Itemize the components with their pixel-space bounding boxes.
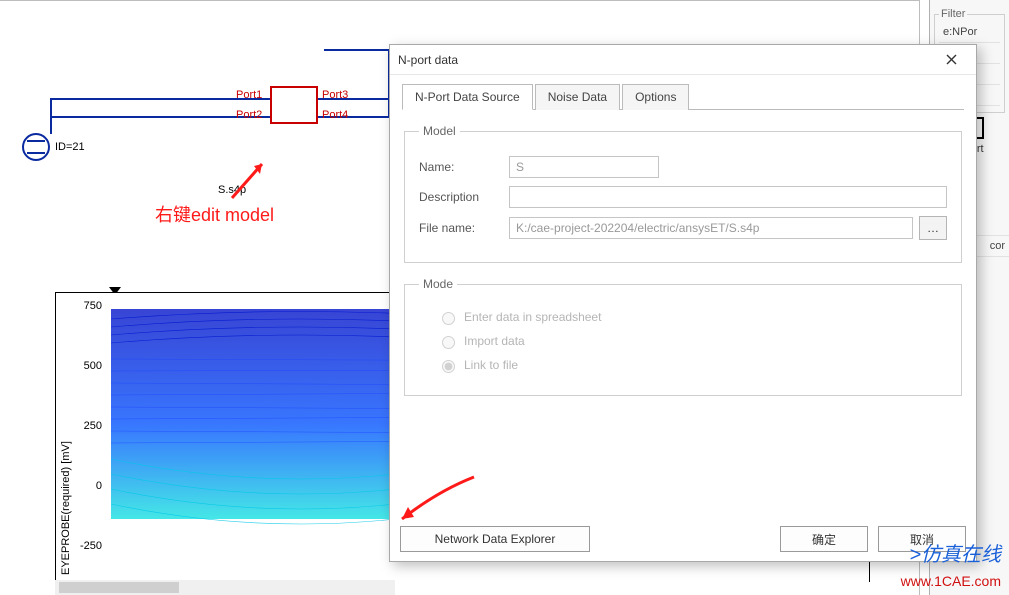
description-label: Description [419, 190, 509, 204]
close-icon [946, 54, 957, 65]
horizontal-scrollbar[interactable] [55, 580, 395, 595]
radio-enter-spreadsheet: Enter data in spreadsheet [437, 309, 947, 325]
source-symbol[interactable] [22, 133, 50, 161]
description-field[interactable] [509, 186, 947, 208]
model-group: Model Name: Description File name: … [404, 124, 962, 263]
network-data-explorer-button[interactable]: Network Data Explorer [400, 526, 590, 552]
filename-field [509, 217, 913, 239]
y-tick: 500 [62, 360, 102, 372]
nport-block[interactable] [270, 86, 318, 124]
y-tick: 750 [62, 300, 102, 312]
model-legend: Model [419, 124, 460, 138]
annotation-arrow-icon [228, 156, 272, 200]
tab-noise-data[interactable]: Noise Data [535, 84, 620, 110]
wire [324, 49, 390, 51]
watermark-red: www.1CAE.com [901, 573, 1001, 589]
y-tick: -250 [62, 540, 102, 552]
mode-group: Mode Enter data in spreadsheet Import da… [404, 277, 962, 396]
filter-legend: Filter [939, 8, 967, 20]
dialog-title: N-port data [398, 53, 458, 67]
nport-data-dialog: N-port data N-Port Data Source Noise Dat… [389, 44, 977, 562]
annotation-text: 右键edit model [155, 201, 274, 227]
radio-label: Link to file [464, 358, 518, 372]
port4-label: Port4 [322, 109, 348, 121]
scrollbar-thumb[interactable] [59, 582, 179, 593]
port1-label: Port1 [236, 89, 262, 101]
y-tick: 250 [62, 420, 102, 432]
radio-label: Import data [464, 334, 525, 348]
y-tick: 0 [62, 480, 102, 492]
radio-input [442, 312, 455, 325]
browse-button[interactable]: … [919, 216, 947, 240]
port2-label: Port2 [236, 109, 262, 121]
radio-input [442, 336, 455, 349]
ellipsis-icon: … [927, 221, 939, 235]
mode-legend: Mode [419, 277, 457, 291]
panel-row[interactable]: e:NPor [939, 22, 1000, 43]
name-label: Name: [419, 160, 509, 174]
watermark-blue: >仿真在线 [909, 538, 1001, 567]
radio-import-data: Import data [437, 333, 947, 349]
radio-input [442, 360, 455, 373]
dialog-titlebar[interactable]: N-port data [390, 45, 976, 75]
y-axis-label: EYEPROBE(required) [mV] [60, 441, 72, 575]
radio-label: Enter data in spreadsheet [464, 310, 601, 324]
port3-label: Port3 [322, 89, 348, 101]
tab-nport-data-source[interactable]: N-Port Data Source [402, 84, 533, 110]
ok-button[interactable]: 确定 [780, 526, 868, 552]
tab-options[interactable]: Options [622, 84, 689, 110]
tab-strip: N-Port Data Source Noise Data Options [402, 83, 964, 110]
filename-label: File name: [419, 221, 509, 235]
close-button[interactable] [934, 49, 968, 71]
source-id-label: ID=21 [55, 141, 85, 153]
name-field [509, 156, 659, 178]
radio-link-to-file: Link to file [437, 357, 947, 373]
wire [50, 98, 52, 134]
dialog-footer: Network Data Explorer 确定 取消 [390, 517, 976, 561]
